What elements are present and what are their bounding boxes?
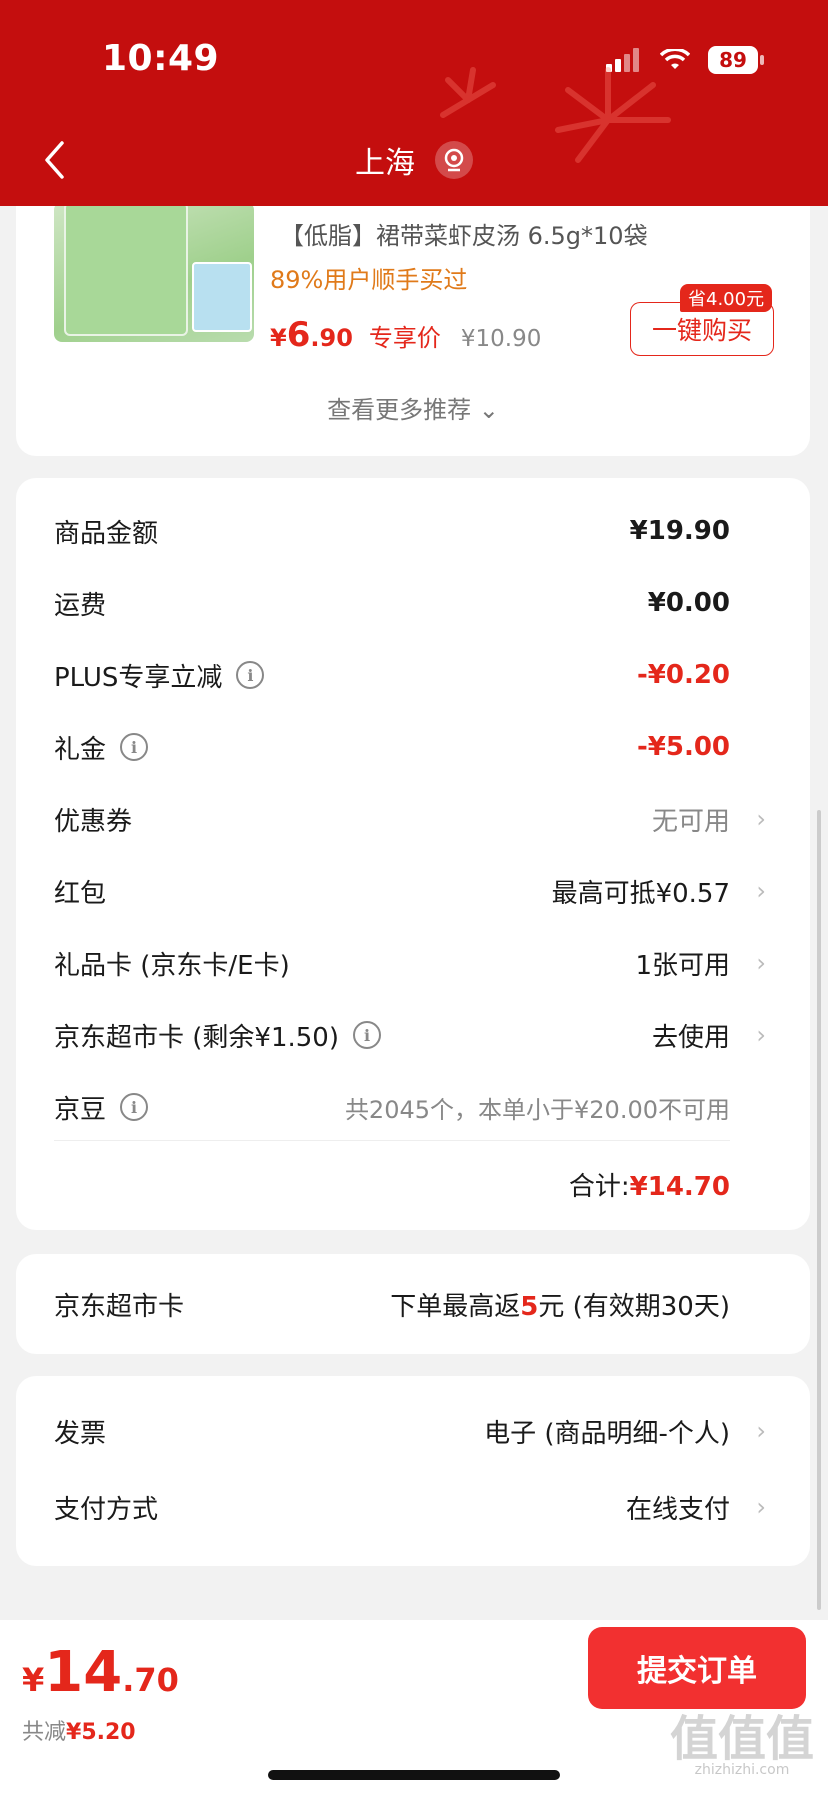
- status-time: 10:49: [102, 38, 220, 79]
- original-price: ¥10.90: [460, 326, 542, 352]
- coupon-row[interactable]: 优惠券 无可用 ›: [16, 784, 810, 854]
- supermarket-card-promo: 京东超市卡 下单最高返5元 (有效期30天): [16, 1254, 810, 1354]
- goods-amount-value: ¥19.90: [629, 516, 730, 546]
- checkout-bar: ¥14.70 共减¥5.20 提交订单 值值值 zhizhizhi.com: [0, 1620, 828, 1796]
- chevron-right-icon: ›: [756, 805, 766, 833]
- info-icon[interactable]: i: [353, 1021, 381, 1049]
- jingdou-row: 京豆 i 共2045个，本单小于¥20.00不可用: [16, 1072, 810, 1142]
- home-indicator[interactable]: [268, 1770, 560, 1780]
- supermarket-card-row[interactable]: 京东超市卡 (剩余¥1.50) i 去使用 ›: [16, 1000, 810, 1070]
- red-packet-value: 最高可抵¥0.57: [551, 878, 730, 909]
- save-badge: 省4.00元: [680, 284, 773, 312]
- final-price: ¥14.70: [22, 1640, 179, 1705]
- chevron-right-icon: ›: [756, 949, 766, 977]
- info-icon[interactable]: i: [236, 661, 265, 689]
- shipping-fee-value: ¥0.00: [647, 588, 730, 618]
- info-icon[interactable]: i: [120, 1093, 149, 1121]
- location-selector[interactable]: 上海: [0, 138, 828, 182]
- location-label: 上海: [355, 146, 415, 181]
- plus-discount-label: PLUS专享立减: [54, 662, 223, 693]
- submit-order-button[interactable]: 提交订单: [588, 1627, 806, 1709]
- chevron-right-icon: ›: [756, 877, 766, 905]
- product-title[interactable]: 【低脂】裙带菜虾皮汤 6.5g*10袋: [280, 216, 648, 251]
- red-packet-label: 红包: [54, 878, 107, 909]
- shipping-fee-row: 运费 ¥0.00: [16, 568, 810, 638]
- product-package-graphic: [64, 202, 188, 336]
- product-sachet-graphic: [192, 262, 252, 332]
- supermarket-promo-label: 京东超市卡: [54, 1291, 185, 1322]
- plus-discount-value: -¥0.20: [636, 660, 730, 690]
- goods-amount-label: 商品金额: [54, 518, 159, 549]
- supermarket-card-label: 京东超市卡 (剩余¥1.50): [54, 1022, 339, 1053]
- goods-amount-row: 商品金额 ¥19.90: [16, 496, 810, 566]
- payment-method-value: 在线支付: [625, 1494, 730, 1525]
- order-summary-card: 商品金额 ¥19.90 运费 ¥0.00 PLUS专享立减 i -¥0.20 礼金…: [16, 478, 810, 1230]
- chevron-right-icon: ›: [756, 1021, 766, 1049]
- jingdou-value: 共2045个，本单小于¥20.00不可用: [344, 1095, 730, 1124]
- subtotal-label: 合计:: [568, 1172, 630, 1202]
- watermark-logo: 值值值 zhizhizhi.com: [669, 1711, 814, 1778]
- supermarket-card-value: 去使用: [651, 1022, 730, 1053]
- gift-card-row[interactable]: 礼品卡 (京东卡/E卡) 1张可用 ›: [16, 928, 810, 998]
- subtotal-amount: ¥14.70: [629, 1172, 730, 1202]
- subtotal: 合计:¥14.70: [569, 1166, 730, 1203]
- location-pin-icon: [435, 141, 473, 179]
- invoice-payment-card: 发票 电子 (商品明细-个人) › 支付方式 在线支付 ›: [16, 1376, 810, 1566]
- invoice-label: 发票: [54, 1418, 107, 1449]
- chevron-right-icon: ›: [756, 1417, 766, 1445]
- top-header: 10:49 89 上海: [0, 0, 828, 206]
- product-price: ¥6.90: [270, 315, 353, 355]
- battery-indicator: 89: [708, 46, 764, 74]
- total-saved: 共减¥5.20: [22, 1720, 136, 1745]
- exclusive-price-tag: 专享价: [368, 324, 441, 352]
- invoice-row[interactable]: 发票 电子 (商品明细-个人) ›: [16, 1396, 810, 1466]
- gift-cash-label: 礼金: [54, 734, 107, 765]
- invoice-value: 电子 (商品明细-个人): [484, 1418, 730, 1449]
- chevron-right-icon: ›: [756, 1493, 766, 1521]
- payment-method-label: 支付方式: [54, 1494, 159, 1525]
- coupon-value: 无可用: [651, 806, 730, 837]
- gift-cash-row: 礼金 i -¥5.00: [16, 712, 810, 782]
- shipping-fee-label: 运费: [54, 590, 107, 621]
- divider: [54, 1140, 730, 1141]
- scrollbar[interactable]: [817, 810, 821, 1610]
- gift-card-label: 礼品卡 (京东卡/E卡): [54, 950, 290, 981]
- coupon-label: 优惠券: [54, 806, 133, 837]
- product-image[interactable]: [54, 202, 254, 342]
- jingdou-label: 京豆: [54, 1094, 107, 1125]
- payment-method-row[interactable]: 支付方式 在线支付 ›: [16, 1472, 810, 1542]
- product-social-proof: 89%用户顺手买过: [270, 266, 468, 294]
- info-icon[interactable]: i: [120, 733, 149, 761]
- gift-card-value: 1张可用: [635, 950, 730, 981]
- product-price-row: ¥6.90 专享价 ¥10.90: [270, 315, 541, 355]
- supermarket-promo-value: 下单最高返5元 (有效期30天): [390, 1291, 730, 1322]
- red-packet-row[interactable]: 红包 最高可抵¥0.57 ›: [16, 856, 810, 926]
- gift-cash-value: -¥5.00: [636, 732, 730, 762]
- more-recommendations-link[interactable]: 查看更多推荐 ⌄: [16, 390, 810, 425]
- plus-discount-row: PLUS专享立减 i -¥0.20: [16, 640, 810, 710]
